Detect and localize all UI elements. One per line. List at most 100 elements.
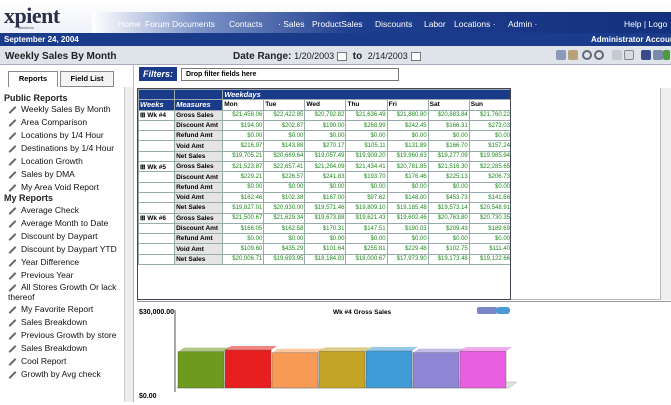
value-cell: $20,883.84 [427,109,470,121]
nav-documents[interactable]: Documents [172,19,215,29]
table-row: Void Amt $216.97 $143.88 $270.17 $105.11 $131… [138,140,510,152]
tab-field-list[interactable]: Field List [60,71,114,87]
report-item[interactable]: Sales Breakdown [8,343,87,353]
value-cell: $0.00 [263,233,306,245]
nav-sales[interactable]: · Sales [278,19,304,29]
day-header: Thu [345,99,388,111]
zoom-in-icon[interactable] [582,50,592,60]
value-cell: $21,500.67 [222,212,265,224]
export-icon[interactable] [663,50,670,60]
table-row: Void Amt $109.60 $435.29 $101.64 $255.81 $229… [138,243,510,255]
measure-cell: Net Sales [174,253,224,266]
my-reports-heading: My Reports [4,193,54,203]
pencil-icon [8,105,17,114]
value-cell: $0.00 [222,181,265,193]
value-cell: $19,809.10 [345,202,388,214]
grid-scrollbar[interactable] [660,88,671,300]
value-cell: $21,264.09 [304,161,347,173]
nav-locations[interactable]: Locations · [454,19,496,29]
value-cell: $0.00 [468,181,510,193]
nav-discounts[interactable]: Discounts [375,19,412,29]
value-cell: $18,000.67 [345,253,388,266]
value-cell: $225.13 [427,171,470,183]
report-item[interactable]: Year Difference [8,257,79,267]
pencil-icon [8,219,17,228]
grid-corner [174,89,224,101]
pencil-icon [8,318,17,327]
value-cell: $19,602.46 [386,212,429,224]
report-item[interactable]: Discount by Daypart [8,231,98,241]
nav-labor[interactable]: Labor [424,19,446,29]
calendar-icon[interactable] [410,51,421,61]
date-from-field[interactable]: 1/20/2003 [294,51,334,61]
page-title: Weekly Sales By Month [5,51,117,62]
chart-bar-top [225,346,277,351]
report-label: Area Comparison [21,117,88,127]
report-item[interactable]: Discount by Daypart YTD [8,244,117,254]
value-cell: $0.00 [386,233,429,245]
report-item[interactable]: Area Comparison [8,117,87,127]
print-icon[interactable] [612,50,622,60]
report-item[interactable]: Locations by 1/4 Hour [8,130,104,140]
week-cell[interactable]: ⊞ Wk #6 [138,212,176,224]
report-label: Destinations by 1/4 Hour [21,143,115,153]
report-item[interactable]: Previous Year [8,270,73,280]
settings-icon[interactable] [556,50,566,60]
weeks-header: Weeks [138,99,176,111]
report-item[interactable]: Average Month to Date [8,218,108,228]
table-row: Refund Amt $0.00 $0.00 $0.00 $0.00 $0.00 $0.00… [138,181,510,193]
report-item[interactable]: Location Growth [8,156,83,166]
measure-cell: Refund Amt [174,130,224,142]
nav-admin[interactable]: Admin · [508,19,537,29]
report-item[interactable]: Weekly Sales By Month [8,104,111,114]
week-cell[interactable]: ⊞ Wk #5 [138,161,176,173]
report-label: Locations by 1/4 Hour [21,130,104,140]
chart-bar-top [272,348,324,353]
chart-bar [224,349,272,389]
report-item[interactable]: Previous Growth by store [8,330,116,340]
save-icon[interactable] [641,50,651,60]
tab-reports[interactable]: Reports [8,71,58,87]
report-item[interactable]: Average Check [8,205,79,215]
value-cell: $105.11 [345,140,388,152]
table-row: Discount Amt $194.00 $202.87 $190.00 $268.99… [138,119,510,132]
nav-contacts[interactable]: Contacts [229,19,263,29]
value-cell: $19,705.21 [222,150,265,163]
layout-icon[interactable] [568,50,578,60]
filter-drop-zone[interactable]: Drop filter fields here [181,68,399,81]
zoom-out-icon[interactable] [594,50,604,60]
report-item[interactable]: Sales by DMA [8,169,75,179]
nav-home[interactable]: Home [118,19,141,29]
value-cell: $0.00 [427,181,470,193]
report-item[interactable]: Cool Report [8,356,66,366]
table-row: Net Sales $20,006.71 $19,693.95 $18,184.83 $… [138,253,510,266]
nav-help-logout[interactable]: Help | Logo [624,19,667,29]
value-cell: $0.00 [263,130,306,142]
nav-forum[interactable]: Forum [145,19,170,29]
measure-cell: Gross Sales [174,161,224,173]
copy-icon[interactable] [653,50,663,60]
report-item[interactable]: Growth by Avg check [8,369,101,379]
date-to-field[interactable]: 2/14/2003 [368,51,408,61]
report-item[interactable]: My Area Void Report [8,182,99,192]
calendar-icon[interactable] [337,51,348,61]
report-item[interactable]: Destinations by 1/4 Hour [8,143,114,153]
value-cell: $19,960.63 [386,150,429,163]
value-cell: $0.00 [427,130,470,142]
value-cell: $19,909.20 [345,150,388,163]
sidebar-scrollbar[interactable] [124,87,133,402]
value-cell: $270.17 [304,140,347,152]
pencil-icon [8,357,17,366]
report-label: Sales Breakdown [21,343,88,353]
print-preview-icon[interactable] [624,50,634,60]
week-cell[interactable]: ⊞ Wk #4 [138,109,176,121]
value-cell: $20,781.85 [386,161,429,173]
report-item[interactable]: All Stores Growth Or lack thereof [8,282,133,302]
value-cell: $21,760.22 [468,109,510,121]
value-cell: $242.45 [386,119,429,132]
report-item[interactable]: Sales Breakdown [8,317,87,327]
value-cell: $19,122.66 [468,253,510,266]
value-cell: $435.29 [263,243,306,255]
report-item[interactable]: My Favorite Report [8,304,93,314]
nav-productsales[interactable]: ProductSales [312,19,363,29]
